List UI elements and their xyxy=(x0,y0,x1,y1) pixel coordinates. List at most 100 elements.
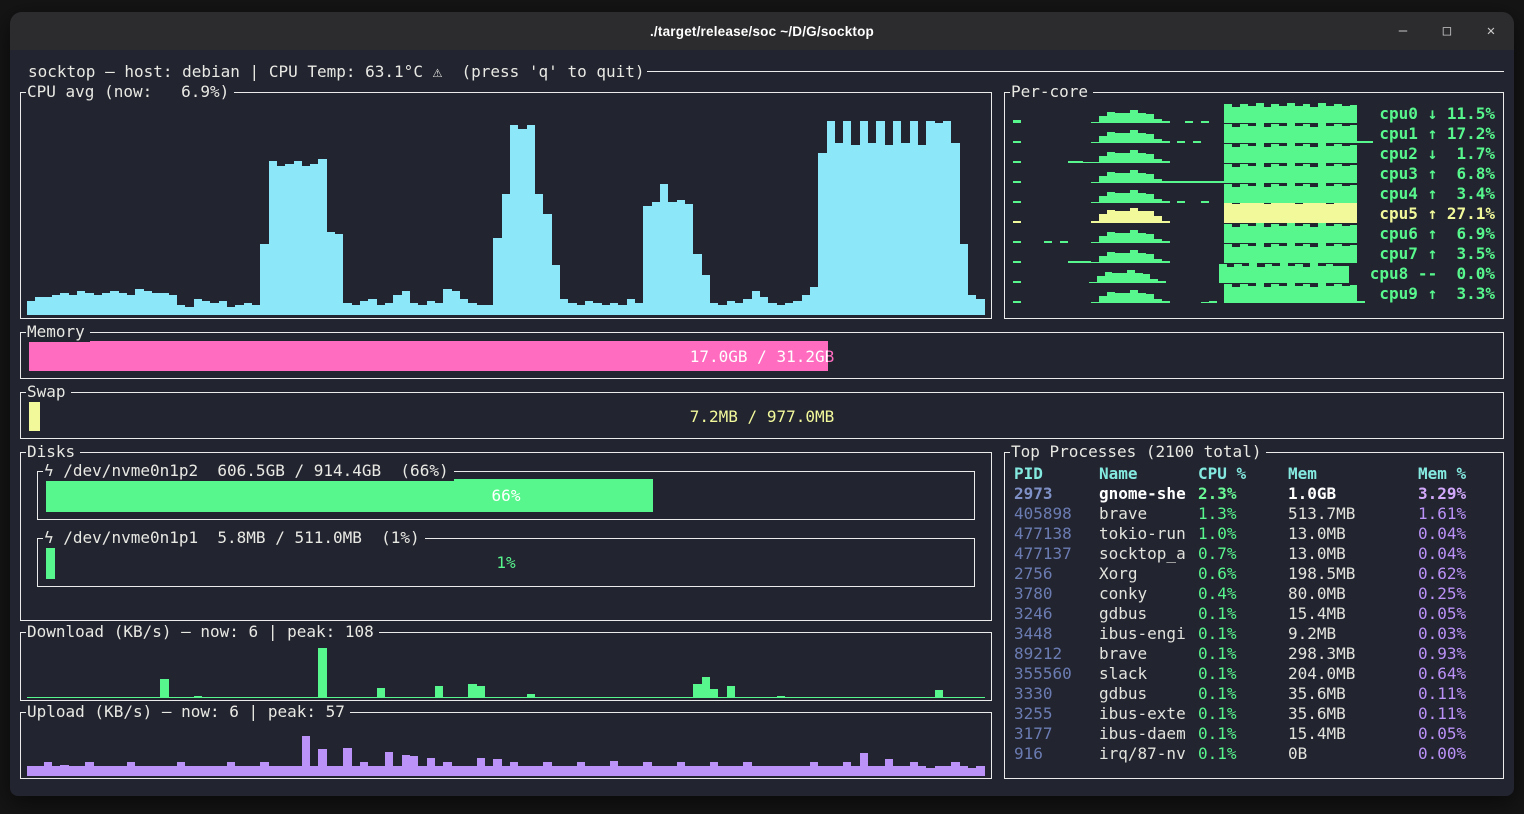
chart-bar xyxy=(935,123,943,315)
chart-bar xyxy=(1295,204,1303,223)
chart-bar xyxy=(1099,136,1107,143)
chart-bar xyxy=(1271,124,1279,143)
minimize-icon[interactable]: – xyxy=(1394,23,1412,39)
chart-bar xyxy=(1146,294,1154,303)
chart-bar xyxy=(702,766,710,776)
chart-bar xyxy=(485,766,493,776)
chart-bar xyxy=(926,121,934,315)
chart-bar xyxy=(310,766,318,776)
chart-bar xyxy=(177,697,185,698)
close-icon[interactable]: ✕ xyxy=(1482,23,1500,39)
process-cell-name: Xorg xyxy=(1099,564,1198,583)
chart-bar xyxy=(610,761,618,776)
chart-bar xyxy=(485,697,493,698)
process-row: 89212brave0.1%298.3MB0.93% xyxy=(1014,643,1499,663)
chart-bar xyxy=(827,766,835,776)
process-cell-mem: 13.0MB xyxy=(1288,544,1418,563)
chart-bar xyxy=(943,121,951,315)
process-cell-mem: 1.0GB xyxy=(1288,484,1418,503)
core-label: cpu4 ↑ 3.4% xyxy=(1379,184,1495,203)
chart-bar xyxy=(69,697,77,698)
chart-bar xyxy=(677,200,685,315)
chart-bar xyxy=(1099,256,1107,263)
process-cell-name: ibus-daem xyxy=(1099,724,1198,743)
chart-bar xyxy=(710,689,718,698)
process-cell-cpu: 0.1% xyxy=(1198,644,1288,663)
chart-bar xyxy=(77,697,85,698)
chart-bar xyxy=(194,299,202,315)
chart-bar xyxy=(1146,154,1154,163)
cpu-avg-panel-title: CPU avg (now: 6.9%) xyxy=(26,82,234,102)
top-processes-panel: Top Processes (2100 total) PID Name CPU … xyxy=(1004,452,1504,779)
process-cell-pid: 2973 xyxy=(1014,484,1099,503)
per-core-panel-title: Per-core xyxy=(1010,82,1093,102)
upload-chart xyxy=(27,736,985,776)
chart-bar xyxy=(277,766,285,776)
chart-bar xyxy=(294,161,302,315)
chart-bar xyxy=(1130,190,1138,203)
chart-bar xyxy=(543,697,551,698)
chart-bar xyxy=(69,295,77,315)
process-cell-mem_pct: 0.62% xyxy=(1418,564,1499,583)
chart-bar xyxy=(1107,210,1115,223)
chart-bar xyxy=(285,164,293,316)
chart-bar xyxy=(1130,208,1138,223)
chart-bar xyxy=(1326,126,1334,143)
chart-bar xyxy=(1240,203,1248,223)
chart-bar xyxy=(1334,164,1342,183)
chart-bar xyxy=(1130,290,1138,303)
chart-bar xyxy=(252,766,260,776)
chart-bar xyxy=(602,766,610,776)
chart-bar xyxy=(335,697,343,698)
chart-bar xyxy=(1287,283,1295,303)
chart-bar xyxy=(368,299,376,315)
chart-bar xyxy=(552,265,560,316)
chart-bar xyxy=(1248,126,1256,143)
chart-bar xyxy=(810,762,818,776)
chart-bar xyxy=(418,766,426,776)
chart-bar xyxy=(1326,166,1334,183)
chart-bar xyxy=(1130,250,1138,263)
chart-bar xyxy=(1232,107,1240,123)
process-cell-cpu: 1.0% xyxy=(1198,524,1288,543)
chart-bar xyxy=(693,766,701,776)
maximize-icon[interactable]: □ xyxy=(1438,23,1456,39)
titlebar[interactable]: ./target/release/soc ~/D/G/socktop – □ ✕ xyxy=(10,12,1514,50)
chart-bar xyxy=(1271,104,1279,123)
chart-bar xyxy=(1232,247,1240,263)
process-cell-name: socktop_a xyxy=(1099,544,1198,563)
chart-bar xyxy=(652,697,660,698)
chart-bar xyxy=(393,697,401,698)
chart-bar xyxy=(835,143,843,315)
chart-bar xyxy=(1130,230,1138,243)
chart-bar xyxy=(169,766,177,776)
chart-bar xyxy=(1107,132,1115,143)
chart-bar xyxy=(618,697,626,698)
chart-bar xyxy=(1138,293,1146,303)
chart-bar xyxy=(1326,226,1334,243)
process-row: 3780conky0.4%80.0MB0.25% xyxy=(1014,583,1499,603)
chart-bar xyxy=(568,303,576,315)
chart-bar xyxy=(901,697,909,698)
chart-bar xyxy=(1279,146,1287,163)
chart-bar xyxy=(843,697,851,698)
chart-bar xyxy=(69,766,77,776)
chart-bar xyxy=(485,305,493,315)
chart-bar xyxy=(235,305,243,315)
chart-bar xyxy=(1326,106,1334,123)
core-sparkline xyxy=(1013,223,1373,243)
chart-bar xyxy=(960,766,968,776)
process-cell-cpu: 0.1% xyxy=(1198,724,1288,743)
chart-bar xyxy=(1240,164,1248,183)
chart-bar xyxy=(135,766,143,776)
chart-bar xyxy=(227,762,235,776)
chart-bar xyxy=(169,697,177,698)
chart-bar xyxy=(327,766,335,776)
chart-bar xyxy=(27,301,35,315)
chart-bar xyxy=(1248,226,1256,243)
chart-bar xyxy=(868,766,876,776)
chart-bar xyxy=(402,755,410,776)
disks-panel-title: Disks xyxy=(26,442,80,462)
chart-bar xyxy=(1310,227,1318,243)
chart-bar xyxy=(427,758,435,776)
